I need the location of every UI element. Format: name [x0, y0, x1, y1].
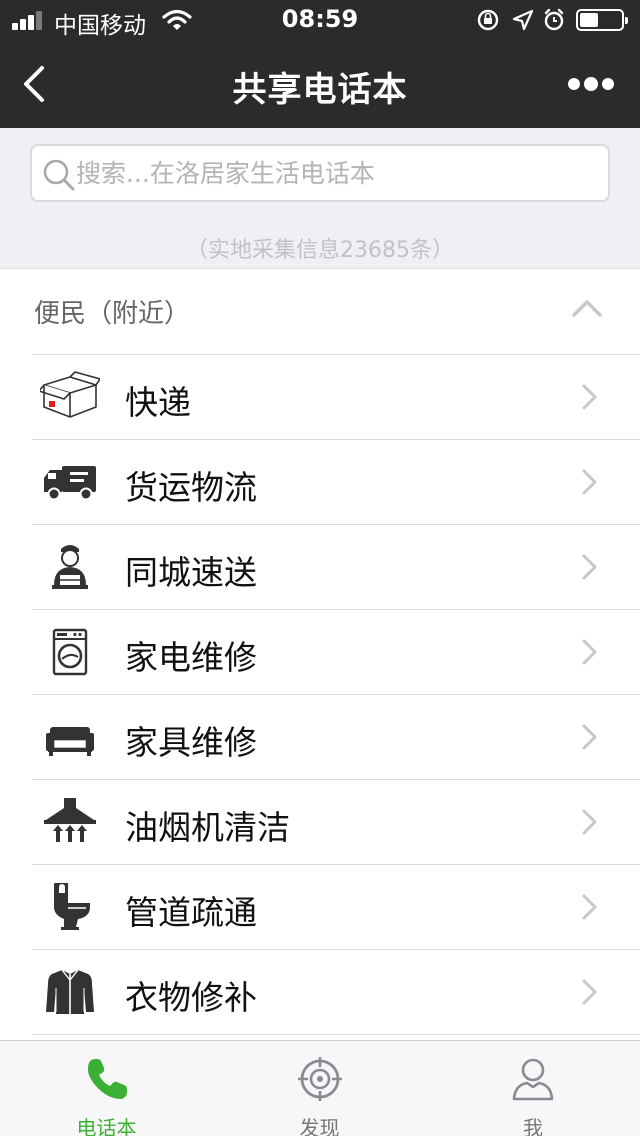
chevron-right-icon — [582, 469, 597, 495]
courier-person-icon — [52, 545, 88, 589]
list-item-freight[interactable]: 货运物流 — [0, 439, 640, 524]
tab-discover[interactable]: 发现 — [213, 1041, 426, 1136]
status-icons — [477, 8, 564, 31]
washing-machine-icon — [52, 628, 88, 676]
service-list: 便民（附近） 快递 货运物流 同城速送 家电维修 家具维修 油烟机清洁 管道疏通… — [0, 268, 640, 1040]
rotation-lock-icon — [477, 9, 499, 31]
list-item-label: 家具维修 — [125, 723, 257, 762]
phone-icon — [87, 1059, 127, 1099]
list-item-label: 管道疏通 — [125, 893, 257, 932]
sofa-icon — [46, 727, 94, 756]
tab-me[interactable]: 我 — [426, 1041, 640, 1136]
top-bar: 中国移动 08:59 共享电话本 — [0, 0, 640, 128]
truck-icon — [44, 466, 96, 501]
status-bar: 中国移动 08:59 — [0, 0, 640, 40]
chevron-right-icon — [582, 979, 597, 1005]
list-item-range-hood-cleaning[interactable]: 油烟机清洁 — [0, 779, 640, 864]
chevron-right-icon — [582, 724, 597, 750]
info-count-text: （实地采集信息23685条） — [186, 238, 454, 263]
chevron-right-icon — [582, 554, 597, 580]
chevron-right-icon — [582, 639, 597, 665]
list-item-label: 快递 — [125, 383, 191, 422]
tab-phonebook[interactable]: 电话本 — [0, 1041, 213, 1136]
user-icon — [512, 1058, 554, 1101]
more-menu-icon[interactable] — [566, 72, 616, 98]
list-item-city-delivery[interactable]: 同城速送 — [0, 524, 640, 609]
section-header-convenience[interactable]: 便民（附近） — [0, 269, 640, 354]
toilet-icon — [54, 883, 90, 930]
list-item-label: 衣物修补 — [125, 978, 257, 1017]
alarm-icon — [544, 8, 564, 31]
location-arrow-icon — [512, 9, 534, 31]
bottom-tab-bar: 电话本 发现 我 — [0, 1040, 640, 1136]
list-item-label: 货运物流 — [125, 468, 257, 507]
page-title: 共享电话本 — [232, 70, 408, 110]
search-input[interactable] — [76, 146, 596, 200]
range-hood-icon — [44, 798, 96, 842]
list-item-express[interactable]: 快递 — [0, 354, 640, 439]
list-item-label: 油烟机清洁 — [125, 808, 290, 847]
list-item-pipe-unclogging[interactable]: 管道疏通 — [0, 864, 640, 949]
list-item-furniture-repair[interactable]: 家具维修 — [0, 694, 640, 779]
tab-label: 电话本 — [76, 1116, 137, 1136]
chevron-right-icon — [582, 809, 597, 835]
chevron-right-icon — [582, 894, 597, 920]
battery-icon — [576, 9, 628, 31]
chevron-right-icon — [582, 384, 597, 410]
target-icon — [297, 1057, 342, 1101]
list-item-label: 家电维修 — [125, 638, 257, 677]
jacket-icon — [46, 969, 94, 1014]
search-bar[interactable] — [30, 144, 610, 202]
list-item-label: 同城速送 — [125, 553, 257, 592]
tab-label: 我 — [523, 1116, 543, 1136]
package-box-icon — [40, 371, 100, 418]
chevron-up-icon — [572, 300, 602, 317]
tab-label: 发现 — [299, 1116, 340, 1136]
section-title: 便民（附近） — [34, 299, 191, 329]
search-icon — [43, 159, 75, 191]
list-item-appliance-repair[interactable]: 家电维修 — [0, 609, 640, 694]
list-item-clothing-repair[interactable]: 衣物修补 — [0, 949, 640, 1034]
